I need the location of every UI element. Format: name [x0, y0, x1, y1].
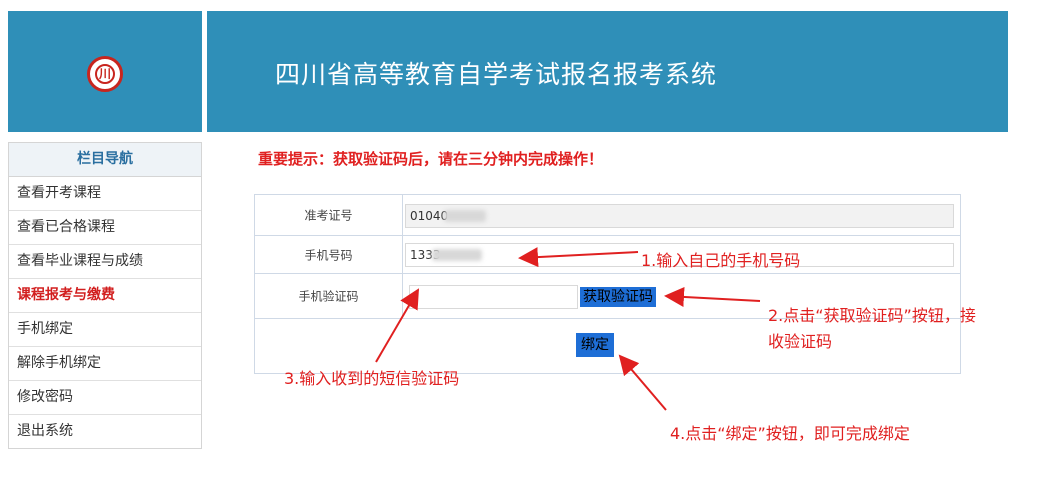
- annotation-step2-line1: 2.点击“获取验证码”按钮，接: [768, 306, 976, 325]
- annotation-step2-line2: 收验证码: [768, 332, 833, 351]
- arrow-step4: [618, 354, 667, 411]
- annotation-step4: 4.点击“绑定”按钮，即可完成绑定: [670, 424, 910, 443]
- annotation-step3: 3.输入收到的短信验证码: [284, 369, 460, 388]
- arrow-step1: [518, 247, 639, 268]
- arrow-step2: [664, 286, 761, 307]
- emblem-logo-icon: 川: [87, 56, 123, 92]
- arrow-step3: [375, 288, 420, 363]
- annotation-step1: 1.输入自己的手机号码: [641, 251, 801, 270]
- annotation-arrows: [375, 247, 761, 411]
